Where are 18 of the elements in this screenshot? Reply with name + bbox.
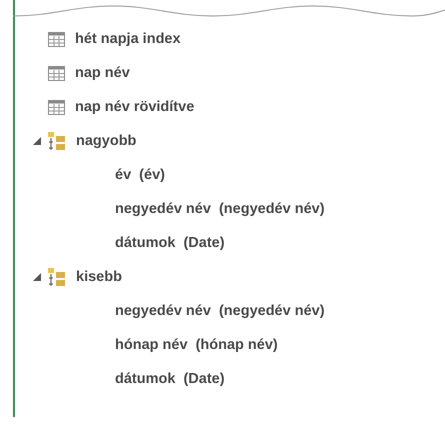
- field-name[interactable]: hét napja index: [75, 31, 181, 47]
- table-icon: [48, 100, 65, 114]
- table-icon: [48, 32, 65, 46]
- level-name[interactable]: dátumok (Date): [115, 371, 225, 387]
- level-name[interactable]: hónap név (hónap név): [115, 337, 278, 353]
- field-name[interactable]: nap név rövidítve: [75, 99, 194, 115]
- hierarchy-icon: [48, 268, 66, 286]
- hierarchy-name[interactable]: nagyobb: [76, 133, 136, 149]
- collapse-icon[interactable]: [33, 273, 41, 281]
- level-name[interactable]: negyedév név (negyedév név): [115, 303, 325, 319]
- hierarchy-icon: [48, 132, 66, 150]
- hierarchy-name[interactable]: kisebb: [76, 269, 122, 285]
- level-name[interactable]: év (év): [115, 167, 165, 183]
- collapse-icon[interactable]: [33, 137, 41, 145]
- field-name[interactable]: nap név: [75, 65, 130, 81]
- table-icon: [48, 66, 65, 80]
- level-name[interactable]: negyedév név (negyedév név): [115, 201, 325, 217]
- level-name[interactable]: dátumok (Date): [115, 235, 225, 251]
